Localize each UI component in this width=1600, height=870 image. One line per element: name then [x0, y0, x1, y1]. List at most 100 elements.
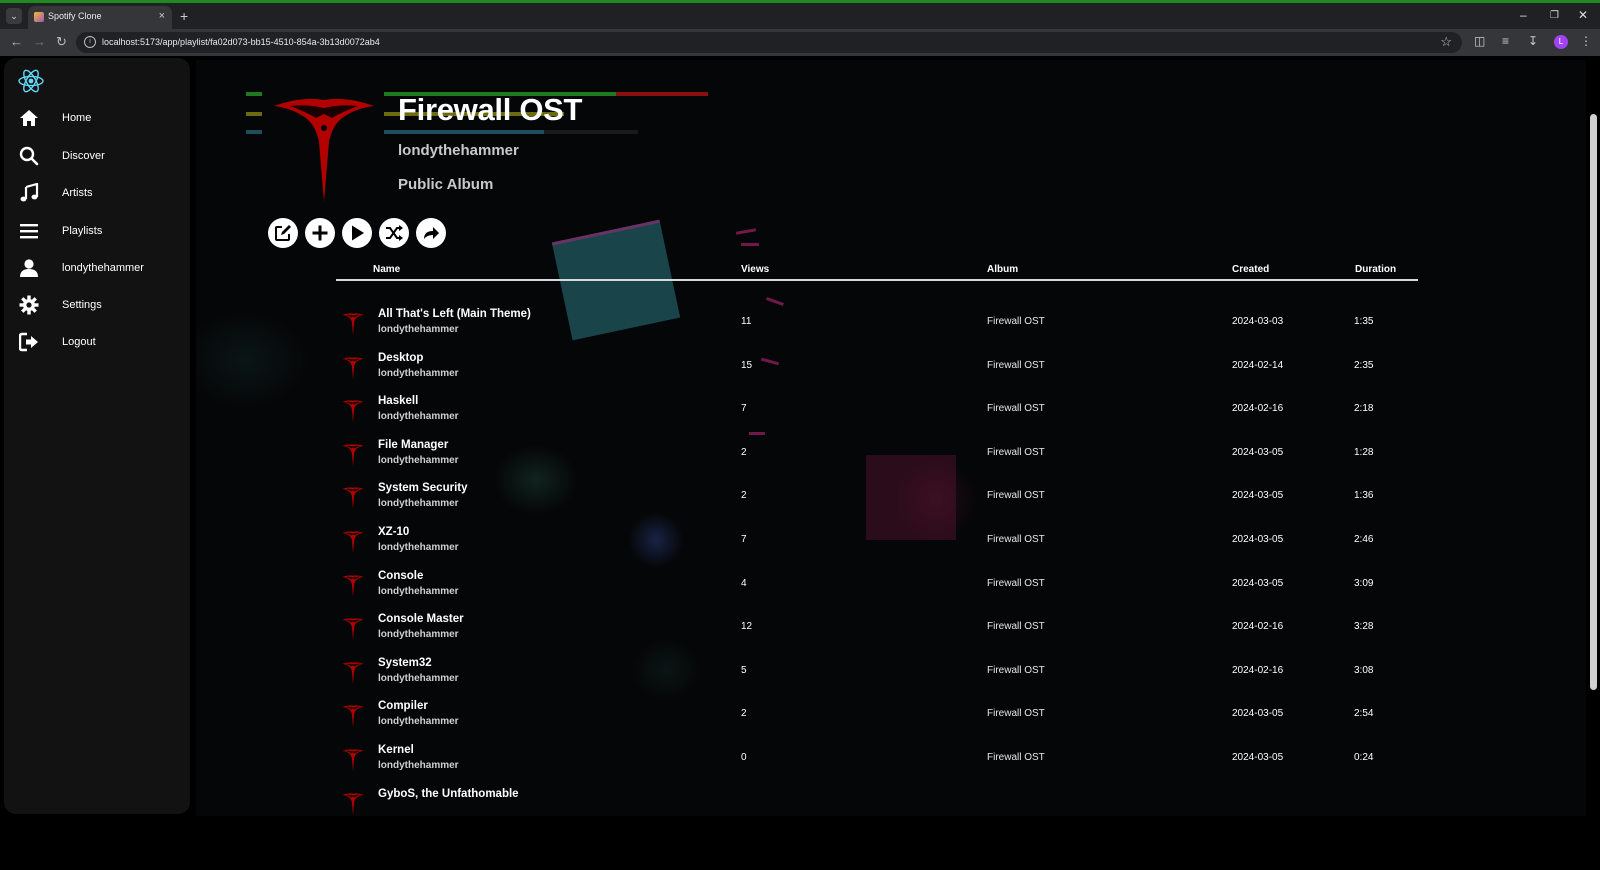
track-artist[interactable]: londythehammer	[378, 455, 459, 466]
track-created: 2024-02-16	[1232, 664, 1284, 676]
track-album[interactable]: Firewall OST	[987, 403, 1045, 414]
minimize-icon[interactable]: –	[1520, 8, 1527, 22]
track-created: 2024-03-05	[1232, 577, 1284, 589]
playlist-owner[interactable]: londythehammer	[398, 142, 519, 159]
restore-icon[interactable]: ❐	[1550, 10, 1559, 21]
shuffle-button[interactable]	[379, 218, 409, 248]
reload-icon[interactable]: ↻	[56, 34, 67, 50]
page-scrollbar[interactable]	[1590, 114, 1597, 690]
column-header-views[interactable]: Views	[741, 264, 769, 275]
table-row[interactable]: File Manager londythehammer 2 Firewall O…	[342, 437, 1422, 477]
track-album[interactable]: Firewall OST	[987, 490, 1045, 501]
address-bar[interactable]: i localhost:5173/app/playlist/fa02d073-b…	[76, 32, 1462, 53]
track-album[interactable]: Firewall OST	[987, 665, 1045, 676]
share-icon	[424, 227, 439, 239]
media-control-icon[interactable]: ≡	[1502, 34, 1509, 48]
track-title[interactable]: System32	[378, 657, 432, 669]
column-header-album[interactable]: Album	[987, 264, 1018, 275]
tab-search-button[interactable]: ⌄	[6, 8, 22, 24]
sidebar-item-home[interactable]: Home	[16, 105, 186, 131]
track-artist[interactable]: londythehammer	[378, 542, 459, 553]
sidebar: Home Discover Artists Playlists londythe…	[4, 58, 190, 814]
edit-button[interactable]	[268, 218, 298, 248]
table-row[interactable]: Haskell londythehammer 7 Firewall OST 20…	[342, 393, 1422, 433]
table-row[interactable]: Console Master londythehammer 12 Firewal…	[342, 611, 1422, 651]
track-title[interactable]: File Manager	[378, 439, 448, 451]
track-thumbnail	[342, 705, 364, 728]
sidebar-item-settings[interactable]: Settings	[16, 292, 186, 318]
track-album[interactable]: Firewall OST	[987, 316, 1045, 327]
url-text[interactable]: localhost:5173/app/playlist/fa02d073-bb1…	[102, 37, 380, 47]
track-title[interactable]: Kernel	[378, 744, 414, 756]
table-row[interactable]: Compiler londythehammer 2 Firewall OST 2…	[342, 698, 1422, 738]
browser-tab-bar: ⌄ Spotify Clone × + – ❐ ✕	[0, 3, 1600, 29]
play-button[interactable]	[342, 218, 372, 248]
track-views: 2	[741, 490, 747, 502]
new-tab-icon[interactable]: +	[180, 8, 188, 24]
track-artist[interactable]: londythehammer	[378, 716, 459, 727]
close-window-icon[interactable]: ✕	[1578, 8, 1588, 22]
sidebar-item-artists[interactable]: Artists	[16, 180, 186, 206]
track-title[interactable]: Console	[378, 570, 423, 582]
profile-avatar[interactable]: L	[1554, 35, 1568, 49]
table-row[interactable]: Desktop londythehammer 15 Firewall OST 2…	[342, 350, 1422, 390]
track-album[interactable]: Firewall OST	[987, 360, 1045, 371]
track-views: 11	[741, 316, 752, 327]
track-title[interactable]: Console Master	[378, 613, 464, 625]
table-row[interactable]: All That's Left (Main Theme) londytheham…	[342, 306, 1422, 346]
bookmark-star-icon[interactable]: ☆	[1440, 34, 1452, 50]
close-tab-icon[interactable]: ×	[159, 10, 165, 22]
sidebar-item-label: Settings	[62, 299, 102, 311]
table-row[interactable]: XZ-10 londythehammer 7 Firewall OST 2024…	[342, 524, 1422, 564]
sidebar-item-playlists[interactable]: Playlists	[16, 218, 186, 244]
track-album[interactable]: Firewall OST	[987, 534, 1045, 545]
react-logo-icon[interactable]	[16, 66, 46, 96]
track-artist[interactable]: londythehammer	[378, 368, 459, 379]
track-thumbnail	[342, 618, 364, 641]
track-album[interactable]: Firewall OST	[987, 752, 1045, 763]
menu-kebab-icon[interactable]: ⋮	[1580, 34, 1592, 48]
track-title[interactable]: Desktop	[378, 352, 423, 364]
decorative-bar	[246, 130, 262, 134]
back-icon[interactable]: ←	[10, 34, 23, 49]
sidebar-item-profile[interactable]: londythehammer	[16, 255, 186, 281]
track-thumbnail	[342, 792, 364, 815]
download-icon[interactable]: ↧	[1528, 34, 1538, 48]
track-artist[interactable]: londythehammer	[378, 498, 459, 509]
track-artist[interactable]: londythehammer	[378, 411, 459, 422]
track-artist[interactable]: londythehammer	[378, 760, 459, 771]
track-artist[interactable]: londythehammer	[378, 673, 459, 684]
track-title[interactable]: Haskell	[378, 395, 418, 407]
add-button[interactable]	[305, 218, 335, 248]
column-header-created[interactable]: Created	[1232, 264, 1269, 275]
list-icon	[16, 218, 42, 244]
track-title[interactable]: Compiler	[378, 700, 428, 712]
table-row[interactable]: System Security londythehammer 2 Firewal…	[342, 480, 1422, 520]
track-artist[interactable]: londythehammer	[378, 586, 459, 597]
browser-tab[interactable]: Spotify Clone ×	[28, 6, 172, 29]
track-album[interactable]: Firewall OST	[987, 621, 1045, 632]
column-header-name[interactable]: Name	[373, 264, 400, 275]
track-title[interactable]: GyboS, the Unfathomable	[378, 788, 519, 800]
track-title[interactable]: System Security	[378, 482, 468, 494]
track-title[interactable]: XZ-10	[378, 526, 409, 538]
table-row[interactable]: System32 londythehammer 5 Firewall OST 2…	[342, 655, 1422, 695]
column-header-duration[interactable]: Duration	[1355, 264, 1396, 275]
site-info-icon[interactable]: i	[84, 36, 96, 48]
sidebar-item-label: Playlists	[62, 225, 103, 237]
extensions-icon[interactable]: ◫	[1474, 34, 1485, 48]
track-album[interactable]: Firewall OST	[987, 708, 1045, 719]
table-row[interactable]: Console londythehammer 4 Firewall OST 20…	[342, 568, 1422, 608]
sidebar-item-discover[interactable]: Discover	[16, 143, 186, 169]
table-row[interactable]: Kernel londythehammer 0 Firewall OST 202…	[342, 742, 1422, 782]
track-title[interactable]: All That's Left (Main Theme)	[378, 308, 531, 320]
sidebar-item-logout[interactable]: Logout	[16, 329, 186, 355]
track-album[interactable]: Firewall OST	[987, 447, 1045, 458]
share-button[interactable]	[416, 218, 446, 248]
table-row[interactable]: GyboS, the Unfathomable	[342, 786, 1422, 816]
forward-icon[interactable]: →	[33, 34, 46, 49]
track-created: 2024-03-05	[1232, 490, 1284, 502]
track-album[interactable]: Firewall OST	[987, 578, 1045, 589]
track-artist[interactable]: londythehammer	[378, 629, 459, 640]
track-artist[interactable]: londythehammer	[378, 324, 459, 335]
